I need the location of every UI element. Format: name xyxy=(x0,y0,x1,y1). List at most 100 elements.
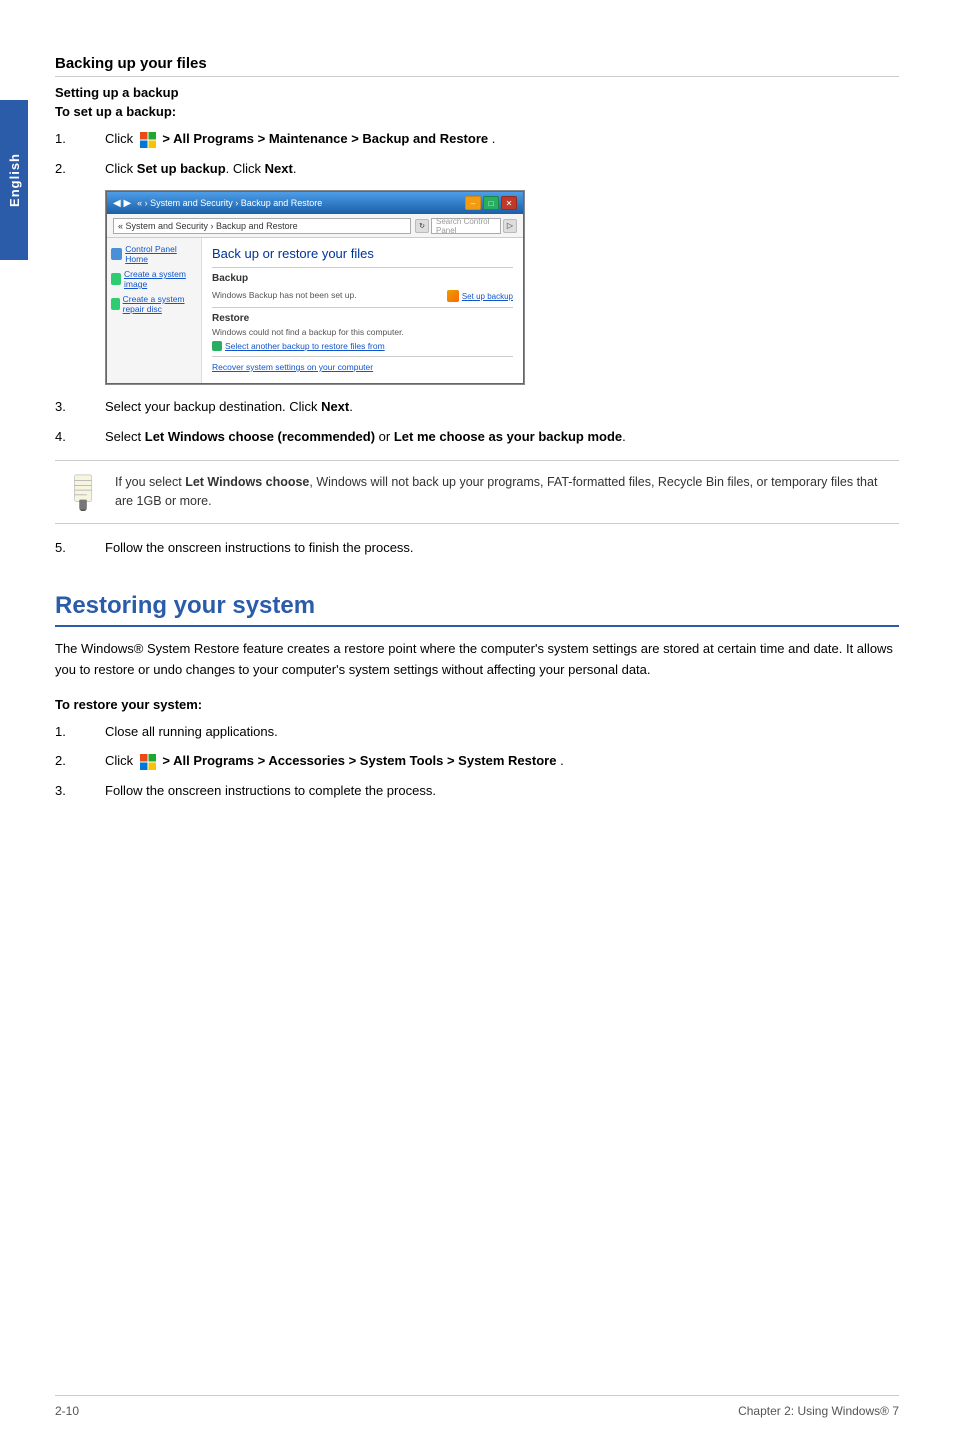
restore-section-title: Restoring your system xyxy=(55,592,899,627)
win-divider-3 xyxy=(212,356,513,357)
step-4-content: Select Let Windows choose (recommended) … xyxy=(105,427,899,447)
section-title: Backing up your files xyxy=(55,55,899,77)
step-3-bold: Next xyxy=(321,399,349,414)
win-search-box[interactable]: Search Control Panel xyxy=(431,218,501,234)
win-setup-backup-label: Set up backup xyxy=(462,292,513,301)
backup-steps-list-3: 5. Follow the onscreen instructions to f… xyxy=(55,538,899,558)
win-restore-link-icon xyxy=(212,341,222,351)
step-4-prefix: Select xyxy=(105,429,145,444)
win-minimize-btn[interactable]: – xyxy=(465,196,481,210)
step-3: 3. Select your backup destination. Click… xyxy=(55,397,899,417)
step-2-content: Click Set up backup. Click Next. xyxy=(105,159,899,179)
backup-steps-list-2: 3. Select your backup destination. Click… xyxy=(55,397,899,446)
restore-step-2-text: > All Programs > Accessories > System To… xyxy=(162,753,556,768)
restore-desc-text: The Windows® System Restore feature crea… xyxy=(55,641,893,677)
step-3-num: 3. xyxy=(55,397,105,417)
sidebar-label: English xyxy=(7,153,22,207)
win-search-placeholder: Search Control Panel xyxy=(436,217,496,235)
win-refresh-btn[interactable]: ↻ xyxy=(415,219,429,233)
win-address-path: « System and Security › Backup and Resto… xyxy=(113,218,411,234)
win-restore-text: Windows could not find a backup for this… xyxy=(212,327,513,337)
restore-step-3-num: 3. xyxy=(55,781,105,801)
win-close-btn[interactable]: ✕ xyxy=(501,196,517,210)
win-maximize-btn[interactable]: □ xyxy=(483,196,499,210)
step-4-bold1: Let Windows choose (recommended) xyxy=(145,429,375,444)
step-2-text-end: . xyxy=(293,161,297,176)
step-2-text-prefix: Click xyxy=(105,161,137,176)
win-sidebar-system-image[interactable]: Create a system image xyxy=(111,269,197,289)
step-4-or: or xyxy=(375,429,394,444)
win-sidebar-pane: Control Panel Home Create a system image… xyxy=(107,238,202,383)
step-4-bold2: Let me choose as your backup mode xyxy=(394,429,622,444)
win-nav-arrows: ◀ ▶ xyxy=(113,198,131,209)
win-restore-link-label: Select another backup to restore files f… xyxy=(225,341,385,351)
win-recover-link[interactable]: Recover system settings on your computer xyxy=(212,362,513,372)
restore-step-3: 3. Follow the onscreen instructions to c… xyxy=(55,781,899,801)
windows-logo-icon-1 xyxy=(139,131,157,149)
step-4-end: . xyxy=(622,429,626,444)
step-5-content: Follow the onscreen instructions to fini… xyxy=(105,538,899,558)
restore-step-2-num: 2. xyxy=(55,751,105,771)
step-5-text: Follow the onscreen instructions to fini… xyxy=(105,540,414,555)
restore-section: Restoring your system The Windows® Syste… xyxy=(55,592,899,800)
note-bold: Let Windows choose xyxy=(185,475,309,489)
step-2-bold1: Set up backup xyxy=(137,161,226,176)
restore-step-1: 1. Close all running applications. xyxy=(55,722,899,742)
win-address-right: ↻ Search Control Panel ▷ xyxy=(415,218,517,234)
restore-step-1-content: Close all running applications. xyxy=(105,722,899,742)
win-sidebar-system-image-label: Create a system image xyxy=(124,269,197,289)
win-body: Control Panel Home Create a system image… xyxy=(107,238,523,383)
win-backup-header: Backup xyxy=(212,273,513,284)
win-main-pane: Back up or restore your files Backup Win… xyxy=(202,238,523,383)
step-1-end: . xyxy=(492,131,496,146)
win-search-btn[interactable]: ▷ xyxy=(503,219,517,233)
win-restore-header: Restore xyxy=(212,313,513,324)
step-5: 5. Follow the onscreen instructions to f… xyxy=(55,538,899,558)
win-repair-disc-icon xyxy=(111,298,120,310)
win-restore-link[interactable]: Select another backup to restore files f… xyxy=(212,341,513,351)
step-2-text-mid: . Click xyxy=(226,161,265,176)
step-1-content: Click > All Programs > Maintenance > Bac… xyxy=(105,129,899,149)
to-restore-label: To restore your system: xyxy=(55,697,899,712)
restore-step-1-num: 1. xyxy=(55,722,105,742)
footer-left: 2-10 xyxy=(55,1404,79,1418)
note-pencil-icon xyxy=(69,473,99,511)
step-1: 1. Click > All Programs > Maintenance > … xyxy=(55,129,899,149)
step-2: 2. Click Set up backup. Click Next. xyxy=(55,159,899,179)
restore-steps-list: 1. Close all running applications. 2. Cl… xyxy=(55,722,899,801)
win-home-icon xyxy=(111,248,122,260)
step-1-num: 1. xyxy=(55,129,105,149)
windows-dialog: ◀ ▶ « › System and Security › Backup and… xyxy=(106,191,524,384)
win-setup-icon xyxy=(447,290,459,302)
win-sidebar-repair-disc-label: Create a system repair disc xyxy=(123,294,197,314)
step-1-text: > All Programs > Maintenance > Backup an… xyxy=(162,131,488,146)
win-sidebar-home-label: Control Panel Home xyxy=(125,244,197,264)
to-set-up-label: To set up a backup: xyxy=(55,104,899,119)
step-2-num: 2. xyxy=(55,159,105,179)
step-3-end: . xyxy=(349,399,353,414)
win-main-title: Back up or restore your files xyxy=(212,246,513,261)
step-4: 4. Select Let Windows choose (recommende… xyxy=(55,427,899,447)
step-4-num: 4. xyxy=(55,427,105,447)
win-controls: – □ ✕ xyxy=(465,196,517,210)
win-titlebar: ◀ ▶ « › System and Security › Backup and… xyxy=(107,192,523,214)
restore-step-2: 2. Click > All Programs > Accessories > … xyxy=(55,751,899,771)
windows-logo-icon-2 xyxy=(139,753,157,771)
win-divider-1 xyxy=(212,267,513,268)
win-setup-backup-btn[interactable]: Set up backup xyxy=(447,290,513,302)
step-3-content: Select your backup destination. Click Ne… xyxy=(105,397,899,417)
restore-step-2-end: . xyxy=(560,753,564,768)
win-title-path: « › System and Security › Backup and Res… xyxy=(137,198,322,208)
footer-right: Chapter 2: Using Windows® 7 xyxy=(738,1404,899,1418)
win-address-text: « System and Security › Backup and Resto… xyxy=(118,221,298,231)
restore-step-2-content: Click > All Programs > Accessories > Sys… xyxy=(105,751,899,771)
backup-section: Backing up your files Setting up a backu… xyxy=(55,55,899,557)
main-content: Backing up your files Setting up a backu… xyxy=(55,0,899,800)
restore-description: The Windows® System Restore feature crea… xyxy=(55,639,899,681)
step-1-click: Click xyxy=(105,131,137,146)
win-sidebar-repair-disc[interactable]: Create a system repair disc xyxy=(111,294,197,314)
language-sidebar-tab: English xyxy=(0,100,28,260)
win-address-bar: « System and Security › Backup and Resto… xyxy=(107,214,523,238)
restore-step-3-content: Follow the onscreen instructions to comp… xyxy=(105,781,899,801)
win-sidebar-home[interactable]: Control Panel Home xyxy=(111,244,197,264)
